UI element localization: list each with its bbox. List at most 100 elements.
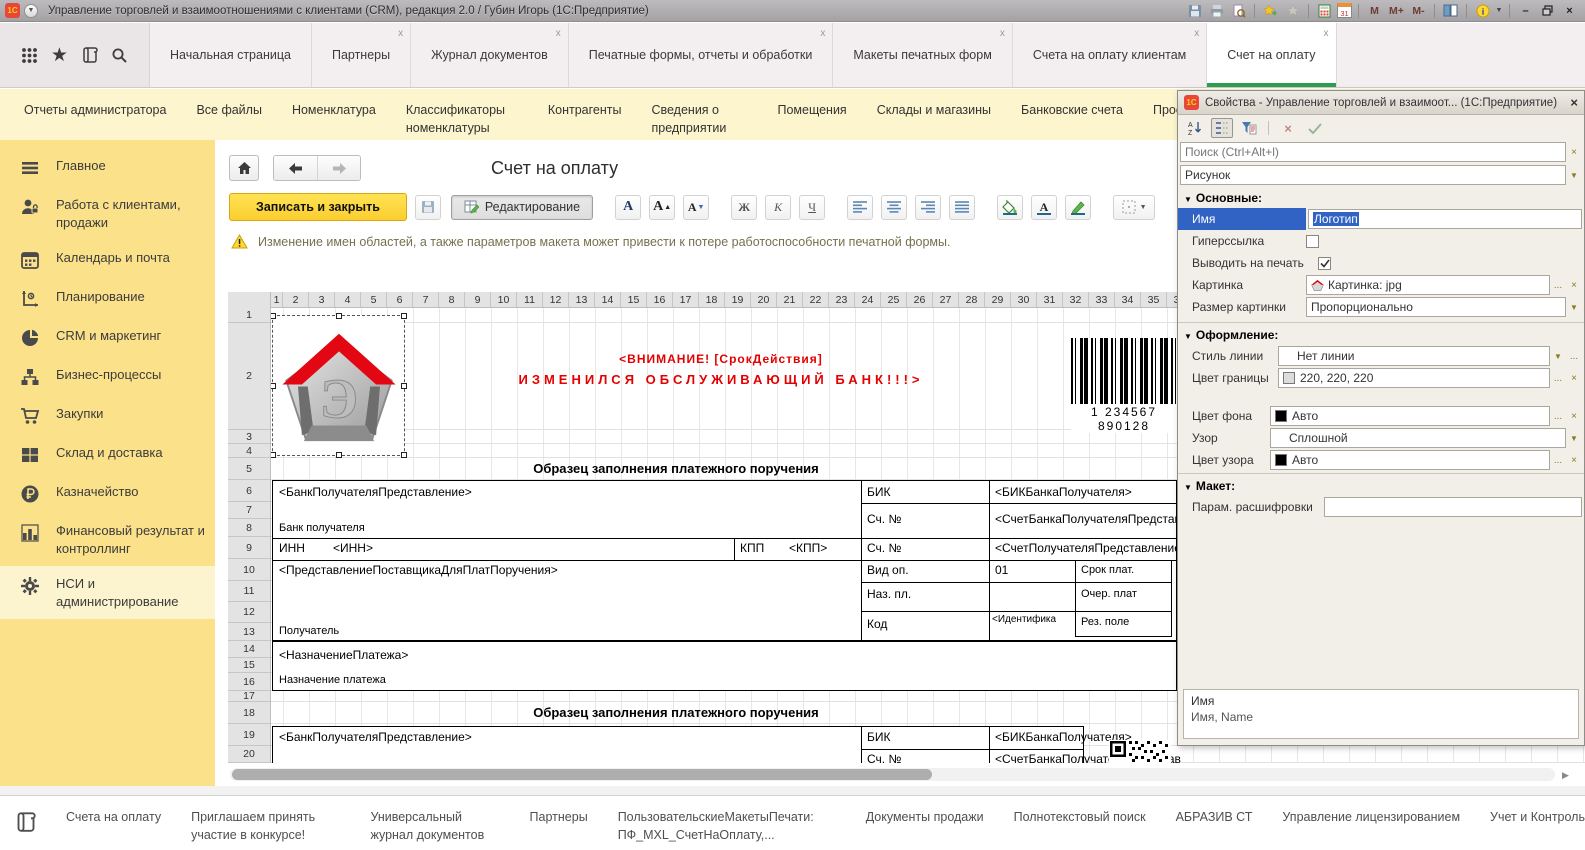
history-item-invoices[interactable]: Счета на оплату: [66, 808, 161, 826]
sidebar-item-purchases[interactable]: Закупки: [0, 396, 215, 435]
subnav-warehouses[interactable]: Склады и магазины: [877, 101, 991, 140]
calculator-icon[interactable]: [1315, 2, 1334, 19]
section-main[interactable]: ▼Основные:: [1178, 186, 1584, 208]
selection-handle[interactable]: [271, 383, 276, 389]
sidebar-item-warehouse-delivery[interactable]: Склад и доставка: [0, 435, 215, 474]
history-scroll-icon[interactable]: [78, 43, 102, 67]
properties-titlebar[interactable]: 1С Свойства - Управление торговлей и вза…: [1178, 91, 1584, 115]
sidebar-item-financial-result[interactable]: Финансовый результат и контроллинг: [0, 513, 215, 566]
calc-m-minus-button[interactable]: M-: [1409, 2, 1428, 19]
sidebar-item-treasury[interactable]: Казначейство: [0, 474, 215, 513]
subnav-nomenclature[interactable]: Номенклатура: [292, 101, 376, 140]
tab-home[interactable]: Начальная страница: [150, 23, 312, 87]
logo-image-selected[interactable]: Э: [272, 315, 405, 456]
highlight-color-icon[interactable]: [1065, 195, 1091, 220]
border-color-clear-button[interactable]: ×: [1566, 368, 1582, 388]
forward-button[interactable]: [317, 156, 360, 180]
tab-document-journal[interactable]: Журнал документовx: [411, 23, 569, 87]
apply-edit-icon[interactable]: [1304, 118, 1326, 138]
add-favorite-icon[interactable]: [1261, 2, 1280, 19]
section-layout[interactable]: ▼Макет:: [1178, 473, 1584, 496]
sidebar-item-clients-sales[interactable]: Работа с клиентами, продажи: [0, 187, 215, 240]
print-icon[interactable]: [1207, 2, 1226, 19]
back-button[interactable]: [274, 156, 317, 180]
row-headers[interactable]: 1234567891011121314151617181920: [228, 308, 271, 763]
sidebar-item-planning[interactable]: Планирование: [0, 279, 215, 318]
selection-handle[interactable]: [271, 452, 276, 458]
favorites-star-icon[interactable]: ★: [47, 43, 71, 67]
main-menu-icon[interactable]: [17, 43, 41, 67]
history-item-contest[interactable]: Приглашаем принять участие в конкурсе!: [191, 808, 340, 844]
tab-invoices-clients[interactable]: Счета на оплату клиентамx: [1013, 23, 1207, 87]
section-decor[interactable]: ▼Оформление:: [1178, 322, 1584, 345]
align-left-icon[interactable]: [847, 195, 873, 220]
tab-close-icon[interactable]: x: [1324, 28, 1329, 39]
favorites-icon[interactable]: [1283, 2, 1302, 19]
picture-browse-button[interactable]: ...: [1550, 275, 1566, 295]
save-and-close-button[interactable]: Записать и закрыть: [229, 193, 407, 221]
prop-pattern-color-value[interactable]: Авто: [1270, 450, 1550, 470]
bg-color-browse-button[interactable]: ...: [1550, 406, 1566, 426]
prop-name-input[interactable]: Логотип: [1308, 209, 1582, 229]
scrollbar-thumb[interactable]: [232, 769, 932, 780]
history-item-fulltext-search[interactable]: Полнотекстовый поиск: [1014, 808, 1146, 826]
selection-handle[interactable]: [271, 313, 276, 319]
history-item-licensing[interactable]: Управление лицензированием: [1282, 808, 1460, 826]
tab-invoice-active[interactable]: Счет на оплатуx: [1207, 23, 1336, 87]
payment-purpose-table[interactable]: <НазначениеПлатежа> Назначение платежа: [272, 641, 1177, 691]
size-dropdown-icon[interactable]: ▼: [1566, 297, 1582, 317]
prop-border-color-value[interactable]: 220, 220, 220: [1278, 368, 1550, 388]
border-color-browse-button[interactable]: ...: [1550, 368, 1566, 388]
history-item-sales-docs[interactable]: Документы продажи: [866, 808, 984, 826]
subnav-counterparties[interactable]: Контрагенты: [548, 101, 622, 140]
font-button[interactable]: A: [615, 195, 641, 220]
print-checkbox[interactable]: [1318, 257, 1331, 270]
pattern-dropdown-icon[interactable]: ▼: [1566, 428, 1582, 448]
selection-handle[interactable]: [401, 383, 407, 389]
subnav-classifiers[interactable]: Классификаторы номенклатуры: [406, 101, 518, 140]
prop-decode-input[interactable]: [1324, 497, 1582, 517]
subnav-bank-accounts[interactable]: Банковские счета: [1021, 101, 1123, 140]
justify-icon[interactable]: [949, 195, 975, 220]
italic-button[interactable]: К: [765, 195, 791, 220]
font-color-icon[interactable]: A: [1031, 195, 1057, 220]
subnav-company-info[interactable]: Сведения о предприятии: [651, 101, 747, 140]
print-preview-icon[interactable]: [1229, 2, 1248, 19]
selector-dropdown-icon[interactable]: ▼: [1566, 165, 1582, 185]
search-icon[interactable]: [108, 43, 132, 67]
sidebar-item-main[interactable]: Главное: [0, 148, 215, 187]
underline-button[interactable]: Ч: [799, 195, 825, 220]
history-item-abraziv[interactable]: АБРАЗИВ СТ: [1176, 808, 1253, 826]
line-style-browse-button[interactable]: ...: [1566, 346, 1582, 366]
tab-close-icon[interactable]: x: [1000, 28, 1005, 39]
prop-pattern-value[interactable]: Сплошной: [1270, 428, 1566, 448]
bold-button[interactable]: Ж: [731, 195, 757, 220]
tab-close-icon[interactable]: x: [556, 28, 561, 39]
bg-color-clear-button[interactable]: ×: [1566, 406, 1582, 426]
sort-alpha-icon[interactable]: AZ: [1184, 118, 1206, 138]
selection-handle[interactable]: [401, 313, 407, 319]
align-right-icon[interactable]: [915, 195, 941, 220]
payment-form-table-2[interactable]: <БанкПолучателяПредставление> БИК <БИКБа…: [272, 726, 1084, 763]
selection-handle[interactable]: [401, 452, 407, 458]
history-scroll-icon[interactable]: [16, 810, 36, 834]
filter-icon[interactable]: [1238, 118, 1260, 138]
editing-toggle-button[interactable]: Редактирование: [451, 195, 593, 220]
minimize-button[interactable]: –: [1516, 2, 1535, 19]
search-clear-icon[interactable]: ×: [1566, 142, 1582, 162]
history-item-accounting[interactable]: Учет и Контроль: [1490, 808, 1585, 826]
system-menu-caret-icon[interactable]: ▼: [24, 4, 38, 18]
horizontal-scrollbar[interactable]: [230, 768, 1555, 781]
selection-handle[interactable]: [336, 313, 342, 319]
tab-print-layouts[interactable]: Макеты печатных формx: [833, 23, 1012, 87]
sidebar-item-calendar-mail[interactable]: Календарь и почта: [0, 240, 215, 279]
group-view-icon[interactable]: [1211, 118, 1233, 138]
properties-close-icon[interactable]: ×: [1570, 95, 1578, 110]
split-panes-icon[interactable]: [1441, 2, 1460, 19]
selection-handle[interactable]: [336, 452, 342, 458]
sidebar-item-nsi-admin[interactable]: НСИ и администрирование: [0, 566, 215, 619]
info-icon[interactable]: i: [1473, 2, 1492, 19]
calendar-icon[interactable]: 31: [1337, 3, 1352, 18]
prop-line-style-value[interactable]: Нет линии: [1278, 346, 1550, 366]
save-icon[interactable]: [1185, 2, 1204, 19]
